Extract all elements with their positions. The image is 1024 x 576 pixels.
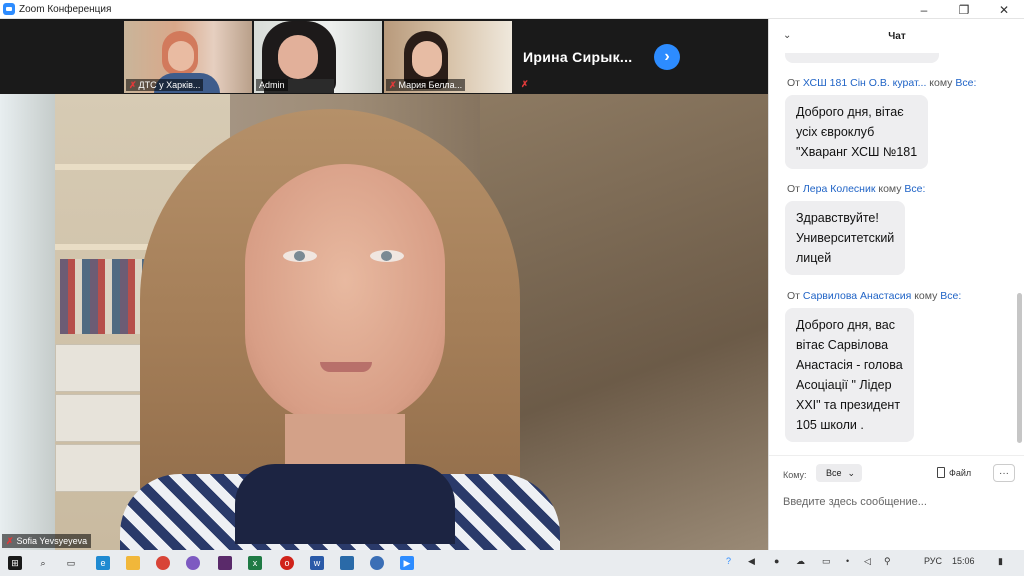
chrome-icon[interactable]	[156, 556, 170, 570]
participant-name: Мария Белла...	[398, 80, 463, 90]
participant-strip: ✗ ДТС у Харків... Admin ✗ Мария Белла...…	[0, 19, 768, 94]
app-icon[interactable]	[370, 556, 384, 570]
recipient-dropdown[interactable]: Все ⌄	[816, 464, 862, 482]
speaker-name-tag: ✗ Sofia Yevsyeyeva	[2, 534, 92, 548]
recipient-label: Кому:	[783, 470, 807, 480]
title-bar: Zoom Конференция – ❐ ✕	[0, 0, 1024, 19]
recipient-name[interactable]: Все:	[940, 290, 961, 302]
video-area: ✗ ДТС у Харків... Admin ✗ Мария Белла...…	[0, 19, 768, 550]
participant-name-tag: Admin	[256, 79, 288, 91]
message-bubble: Доброго дня, вас вітає Сарвілова Анастас…	[785, 308, 914, 442]
clock[interactable]: 15:06	[952, 556, 975, 566]
participant-name: Admin	[259, 80, 285, 90]
more-options-button[interactable]: ···	[993, 464, 1015, 482]
participant-name-tag: ✗ ДТС у Харків...	[126, 79, 204, 91]
participant-name-only-tile[interactable]: Ирина Сирык... ✗	[515, 21, 647, 93]
chat-header: ⌄ Чат	[769, 19, 1024, 53]
chat-panel: ⌄ Чат От ХСШ 181 Сін О.В. курат... кому …	[768, 19, 1024, 550]
window-title: Zoom Конференция	[19, 3, 112, 15]
system-tray: ? ◀ ● ☁ ▭ • ◁ ⚲ РУС 15:06 ▮	[726, 550, 1024, 576]
chat-title: Чат	[888, 30, 906, 42]
file-explorer-icon[interactable]	[126, 556, 140, 570]
participant-tile[interactable]: Admin	[254, 21, 382, 93]
zoom-taskbar-icon[interactable]: ▶	[400, 556, 414, 570]
file-icon	[937, 467, 945, 478]
mic-muted-icon: ✗	[389, 79, 397, 90]
mic-muted-icon: ✗	[6, 535, 14, 546]
message-meta: От Сарвилова Анастасия кому Все:	[787, 290, 962, 302]
help-icon[interactable]: ?	[726, 556, 731, 566]
message-meta: От Лера Колесник кому Все:	[787, 183, 926, 195]
chat-compose: Кому: Все ⌄ Файл ···	[769, 455, 1024, 550]
close-button[interactable]: ✕	[984, 0, 1024, 19]
recipient-name[interactable]: Все:	[955, 77, 976, 89]
cloud-icon[interactable]: ☁	[796, 556, 805, 567]
window-controls: – ❐ ✕	[784, 0, 1024, 19]
chat-scrollbar[interactable]	[1017, 53, 1023, 453]
recipient-name[interactable]: Все:	[904, 183, 925, 195]
participant-tile[interactable]: ✗ ДТС у Харків...	[124, 21, 252, 93]
app-icon[interactable]	[218, 556, 232, 570]
dot-icon: •	[846, 556, 850, 566]
video-background	[0, 94, 60, 550]
next-participants-button[interactable]: ›	[654, 44, 680, 70]
participant-name: Ирина Сирык...	[523, 49, 633, 65]
word-icon[interactable]: w	[310, 556, 324, 570]
previous-message-bubble	[785, 53, 939, 63]
maximize-button[interactable]: ❐	[944, 0, 984, 19]
collapse-chevron-icon[interactable]: ⌄	[783, 30, 791, 41]
speaker-icon[interactable]: ◁	[864, 556, 871, 567]
opera-icon[interactable]: o	[280, 556, 294, 570]
chat-message-list[interactable]: От ХСШ 181 Сін О.В. курат... кому Все: Д…	[769, 53, 1015, 453]
mic-muted-icon: ✗	[129, 79, 137, 90]
microphone-icon[interactable]: ●	[774, 556, 779, 566]
active-speaker-video: ✗ Sofia Yevsyeyeva	[0, 94, 768, 550]
photos-icon[interactable]	[340, 556, 354, 570]
message-input[interactable]	[783, 492, 1013, 512]
message-bubble: Доброго дня, вітає усіх євроклуб "Хваран…	[785, 95, 929, 169]
minimize-button[interactable]: –	[904, 0, 944, 19]
message-meta: От ХСШ 181 Сін О.В. курат... кому Все:	[787, 77, 977, 89]
excel-icon[interactable]: x	[248, 556, 262, 570]
chevron-down-icon: ⌄	[847, 467, 856, 478]
participant-tile[interactable]: ✗ Мария Белла...	[384, 21, 512, 93]
participant-name-tag: ✗ Мария Белла...	[386, 79, 466, 91]
file-button[interactable]: Файл	[937, 467, 971, 478]
sender-name[interactable]: Лера Колесник	[803, 183, 876, 195]
edge-icon[interactable]: e	[96, 556, 110, 570]
display-icon[interactable]: ▭	[822, 556, 831, 567]
scrollbar-thumb[interactable]	[1017, 293, 1022, 443]
start-icon[interactable]: ⊞	[8, 556, 22, 570]
network-icon[interactable]: ⚲	[884, 556, 891, 567]
zoom-app-icon	[3, 3, 15, 15]
speaker-name: Sofia Yevsyeyeva	[16, 536, 88, 546]
viber-icon[interactable]	[186, 556, 200, 570]
message-bubble: Здравствуйте! Университетский лицей	[785, 201, 906, 275]
search-icon[interactable]: ⌕	[36, 556, 50, 570]
notifications-icon[interactable]: ▮	[998, 556, 1003, 567]
participant-name: ДТС у Харків...	[138, 80, 201, 90]
language-indicator[interactable]: РУС	[924, 556, 942, 566]
sender-name[interactable]: Сарвилова Анастасия	[803, 290, 911, 302]
windows-taskbar: ⊞ ⌕ ▭ e x o w ▶ ? ◀ ● ☁ ▭ • ◁ ⚲ РУС 15:0…	[0, 550, 1024, 576]
mic-muted-icon: ✗	[521, 79, 529, 89]
task-view-icon[interactable]: ▭	[64, 556, 78, 570]
sender-name[interactable]: ХСШ 181 Сін О.В. курат...	[803, 77, 926, 89]
notification-icon[interactable]: ◀	[748, 556, 755, 567]
